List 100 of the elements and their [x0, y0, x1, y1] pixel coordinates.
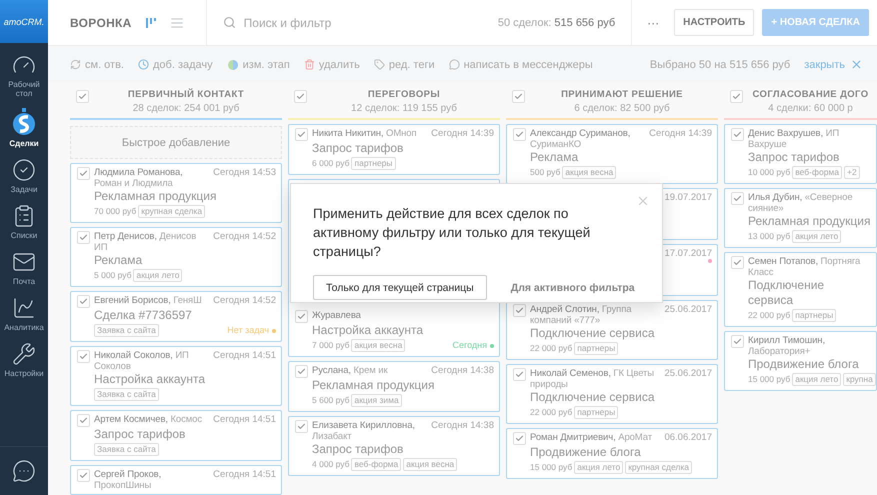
card-checkbox[interactable]	[731, 128, 744, 141]
deal-card[interactable]: Александр Суриманов, СуриманКО Сегодня 14:39 Реклама 500 руб акция весна	[506, 124, 718, 184]
deal-card[interactable]: Петр Денисов, Денисов ИП Сегодня 14:52 Реклама 5 000 руб акция лето	[70, 227, 282, 287]
deal-card[interactable]: Евгений Борисов, ГеняШ Сегодня 14:52 Сделка #7736597 Заявка с сайта Нет задач	[70, 291, 282, 342]
quick-add[interactable]: Быстрое добавление	[70, 126, 282, 159]
card-checkbox[interactable]	[295, 365, 308, 378]
logo[interactable]: amoCRM.	[0, 0, 48, 43]
nav-item[interactable]: Аналитика	[0, 296, 48, 332]
contact-name: Евгений Борисов, ГеняШ	[94, 295, 203, 308]
card-checkbox[interactable]	[513, 368, 526, 381]
search-field[interactable]: Поиск и фильтр	[206, 0, 498, 45]
deal-card[interactable]: Елизавета Кирилловна, Лизабакт Сегодня 14:38 Запрос тарифов 4 000 руб веб-форма акция весна	[288, 416, 500, 476]
column-checkbox[interactable]	[730, 90, 743, 103]
deal-card[interactable]: Кирилл Тимошин, Лаборатория+ Продвижение блога 15 000 руб акция лето крупна	[724, 331, 877, 391]
action-link[interactable]: доб. задачу	[138, 58, 213, 70]
card-checkbox[interactable]	[513, 304, 526, 317]
check-icon	[515, 370, 524, 379]
deal-time: Сегодня 14:52	[212, 295, 276, 308]
deal-name: Сделка #7736597	[94, 308, 193, 323]
deal-card[interactable]: Людмила Романова, Роман и Людмила Сегодня 14:53 Рекламная продукция 70 000 руб крупная сделка	[70, 163, 282, 223]
card-checkbox[interactable]	[77, 469, 90, 482]
deal-name: Реклама	[530, 150, 580, 165]
tag-icon	[374, 59, 385, 70]
chat-icon[interactable]	[12, 459, 36, 483]
action-link[interactable]: изм. этап	[226, 58, 290, 70]
deal-card[interactable]: Семен Потапов, Портняга Класс Подключение сервиса 22 000 руб партнеры	[724, 252, 877, 327]
deal-card[interactable]: Николай Семенов, ГК Цветы природы 25.06.2017 Подключение сервиса 22 000 руб партнеры	[506, 364, 718, 424]
card-checkbox[interactable]	[513, 432, 526, 445]
contact-name: Журавлева	[312, 310, 362, 323]
card-checkbox[interactable]	[731, 256, 744, 269]
configure-button[interactable]: НАСТРОИТЬ	[674, 9, 754, 36]
contact-name: Людмила Романова, Роман и Людмила	[94, 167, 184, 189]
tag: акция лето	[792, 373, 842, 386]
nav-item[interactable]: Списки	[0, 204, 48, 240]
card-checkbox[interactable]	[731, 335, 744, 348]
card-checkbox[interactable]	[295, 310, 308, 323]
deal-card[interactable]: Денис Вахрушев, ИП Вахруше Запрос тарифов 10 000 руб веб-форма +2	[724, 124, 877, 184]
card-checkbox[interactable]	[77, 167, 90, 180]
contact-name: Елизавета Кирилловна, Лизабакт	[312, 420, 416, 442]
column-title: ПЕРВИЧНЫЙ КОНТАКТ	[128, 89, 244, 100]
deal-price: 70 000 руб	[94, 206, 136, 217]
close-button[interactable]	[636, 194, 650, 208]
check-icon	[79, 471, 88, 480]
deal-price: 22 000 руб	[530, 407, 572, 418]
deal-card[interactable]: Илья Дубин, «Северное сияние» Рекламная продукция 13 000 руб акция лето	[724, 188, 877, 248]
deal-card[interactable]: Николай Соколов, ИП Соколов Сегодня 14:51 Настройка аккаунта Заявка с сайта	[70, 346, 282, 406]
view-toggle[interactable]	[144, 16, 158, 30]
deal-name: Запрос тарифов	[312, 141, 404, 156]
card-checkbox[interactable]	[77, 350, 90, 363]
card-checkbox[interactable]	[295, 420, 308, 433]
nav-item[interactable]: Рабочий стол	[0, 53, 48, 98]
tag: партнеры	[351, 157, 396, 170]
deal-card[interactable]: Сергей Проков, ПрокопШины Сегодня 14:51	[70, 465, 282, 495]
deal-name: Подключение сервиса	[530, 326, 656, 341]
action-link[interactable]: удалить	[304, 58, 360, 70]
filter-link[interactable]: Для активного фильтра	[498, 275, 647, 300]
tag: акция лето	[792, 230, 842, 243]
column-checkbox[interactable]	[294, 90, 307, 103]
page-title: ВОРОНКА	[70, 16, 132, 30]
deal-time: 25.06.2017	[663, 304, 712, 317]
nav-item[interactable]: Почта	[0, 250, 48, 286]
card-checkbox[interactable]	[295, 128, 308, 141]
column-summary: 28 сделок: 254 001 руб	[132, 103, 240, 114]
deal-time: 25.06.2017	[663, 368, 712, 381]
deal-card[interactable]: Роман Дмитриевич, АроМат 06.06.2017 Продвижение блога 15 000 руб акция лето крупная сделка	[506, 428, 718, 479]
check-icon	[78, 92, 87, 101]
nav-item[interactable]: Задачи	[0, 158, 48, 194]
list-view-icon	[170, 16, 184, 30]
deal-card[interactable]: Руслана, Крем ик Сегодня 14:38 Рекламная продукция 5 600 руб акция зима	[288, 361, 500, 412]
deal-count: 50 сделок: 515 656 руб	[498, 16, 616, 28]
deal-card[interactable]: Артем Космичев, Космос Сегодня 14:51 Запрос тарифов Заявка с сайта	[70, 410, 282, 461]
check-icon	[79, 169, 88, 178]
current-page-button[interactable]: Только для текущей страницы	[313, 275, 487, 300]
card-checkbox[interactable]	[513, 128, 526, 141]
action-link[interactable]: написать в мессенджеры	[448, 58, 593, 70]
card-checkbox[interactable]	[77, 295, 90, 308]
contact-name: Руслана, Крем ик	[312, 365, 389, 378]
view-toggle[interactable]	[170, 16, 184, 30]
check-icon	[733, 337, 742, 346]
contact-name: Сергей Проков, ПрокопШины	[94, 469, 162, 491]
close-link[interactable]: закрыть	[804, 58, 863, 71]
deal-time: 19.07.2017	[663, 192, 712, 203]
column-checkbox[interactable]	[512, 90, 525, 103]
nav-item[interactable]: Настройки	[0, 342, 48, 378]
close-icon	[850, 58, 863, 71]
nav-item[interactable]: Сделки	[0, 108, 48, 148]
action-link[interactable]: ред. теги	[374, 58, 435, 70]
card-checkbox[interactable]	[77, 414, 90, 427]
deal-time: 06.06.2017	[663, 432, 712, 445]
column-summary: 6 сделок: 82 500 руб	[574, 103, 670, 114]
card-checkbox[interactable]	[77, 231, 90, 244]
action-link[interactable]: см. отв.	[70, 58, 124, 70]
contact-name: Никита Никитин, ОМноп	[312, 128, 418, 141]
column-checkbox[interactable]	[76, 90, 89, 103]
deal-name: Настройка аккаунта	[312, 323, 424, 338]
contact-name: Андрей Слотин, Группа компаний «777»	[530, 304, 632, 326]
card-checkbox[interactable]	[731, 192, 744, 205]
deal-card[interactable]: Андрей Слотин, Группа компаний «777» 25.06.2017 Подключение сервиса 22 000 руб партнеры	[506, 300, 718, 360]
deal-card[interactable]: Никита Никитин, ОМноп Сегодня 14:39 Запрос тарифов 6 000 руб партнеры	[288, 124, 500, 175]
contact-name: Семен Потапов, Портняга Класс	[748, 256, 862, 278]
